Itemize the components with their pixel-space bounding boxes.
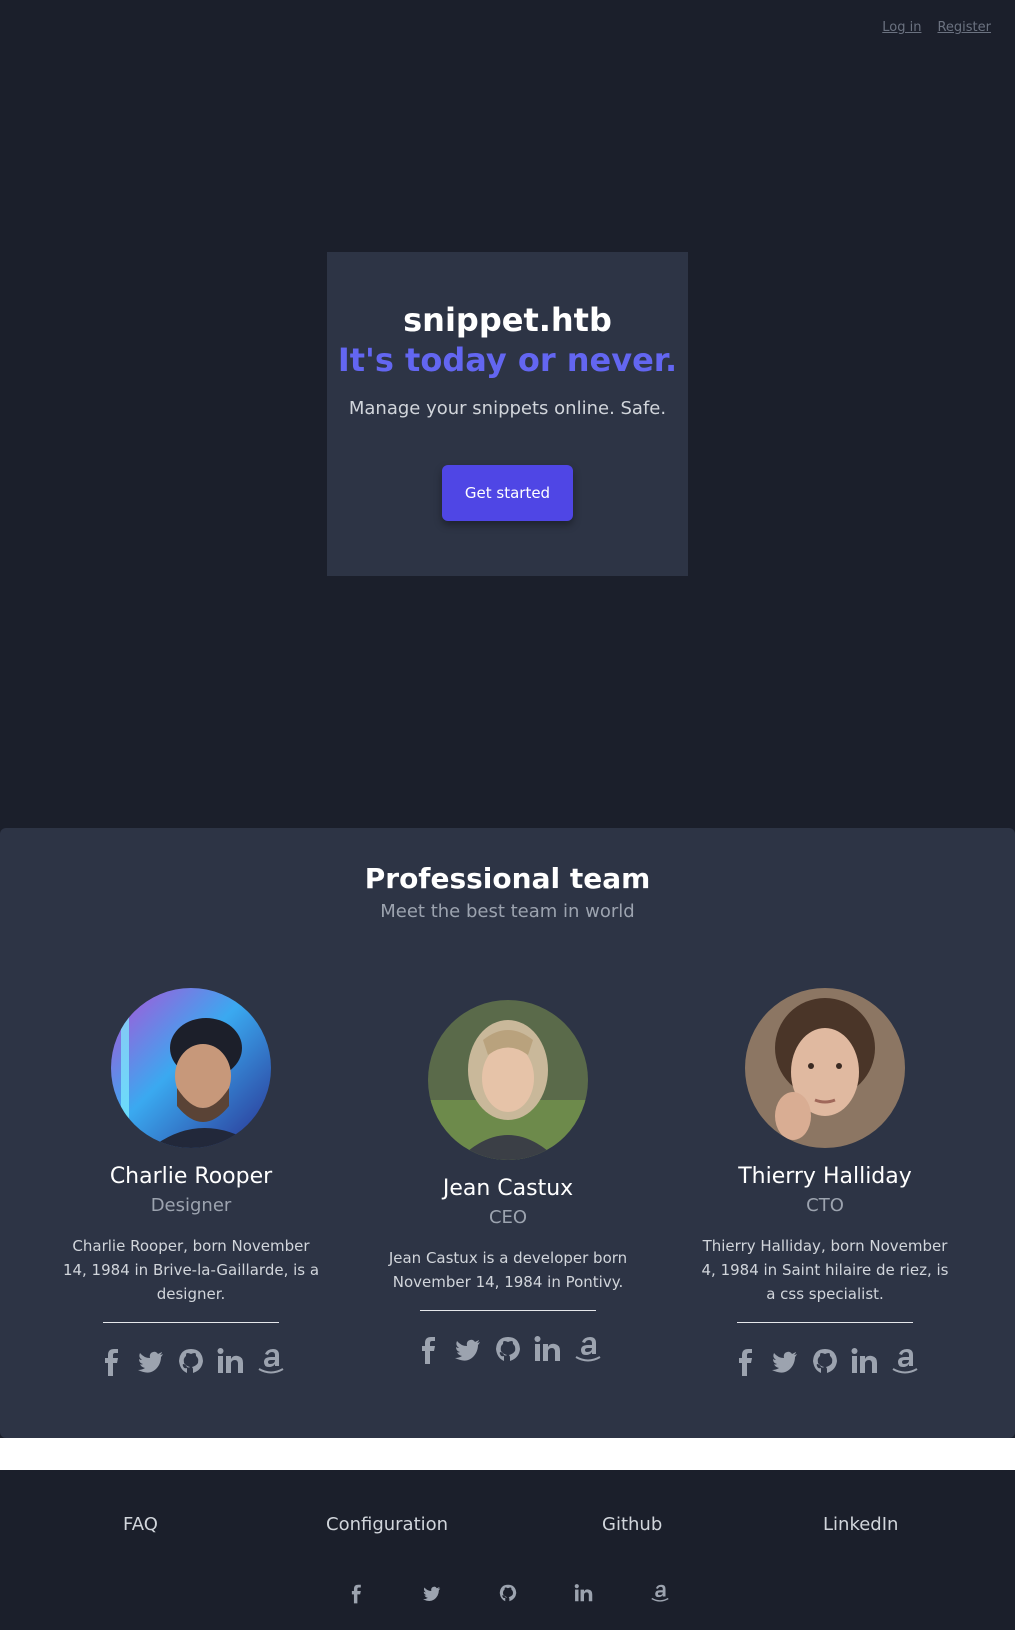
github-icon[interactable] xyxy=(497,1582,519,1604)
member-role: CTO xyxy=(806,1195,844,1216)
amazon-icon[interactable] xyxy=(573,1333,603,1365)
team-section: Professional team Meet the best team in … xyxy=(0,828,1015,1438)
github-icon[interactable] xyxy=(810,1345,840,1377)
footer-link-faq[interactable]: FAQ xyxy=(123,1514,158,1535)
member-role: CEO xyxy=(488,1207,528,1228)
linkedin-icon[interactable] xyxy=(850,1345,880,1377)
team-member-card: Charlie Rooper Designer Charlie Rooper, … xyxy=(56,988,326,1377)
facebook-icon[interactable] xyxy=(345,1582,367,1604)
linkedin-icon[interactable] xyxy=(573,1582,595,1604)
twitter-icon[interactable] xyxy=(770,1345,800,1377)
footer-social-links xyxy=(345,1582,671,1604)
section-separator xyxy=(0,1438,1015,1470)
team-title: Professional team xyxy=(364,862,651,895)
member-role: Designer xyxy=(150,1195,232,1216)
login-link[interactable]: Log in xyxy=(882,20,921,35)
github-icon[interactable] xyxy=(493,1333,523,1365)
amazon-icon[interactable] xyxy=(256,1345,286,1377)
avatar xyxy=(111,988,271,1148)
member-bio: Thierry Halliday, born November 4, 1984 … xyxy=(701,1237,949,1303)
linkedin-icon[interactable] xyxy=(533,1333,563,1365)
site-title: snippet.htb xyxy=(403,301,612,339)
footer-link-linkedin[interactable]: LinkedIn xyxy=(823,1514,898,1535)
footer: FAQ Configuration Github LinkedIn xyxy=(0,1470,1015,1630)
facebook-icon[interactable] xyxy=(413,1333,443,1365)
social-links xyxy=(56,1345,326,1377)
hero-subtitle: Manage your snippets online. Safe. xyxy=(348,398,667,419)
team-subtitle: Meet the best team in world xyxy=(380,901,635,922)
github-icon[interactable] xyxy=(176,1345,206,1377)
member-name: Thierry Halliday xyxy=(738,1164,912,1189)
get-started-button[interactable]: Get started xyxy=(442,465,573,521)
social-links xyxy=(690,1345,960,1377)
divider xyxy=(737,1322,913,1323)
twitter-icon[interactable] xyxy=(421,1582,443,1604)
facebook-icon[interactable] xyxy=(96,1345,126,1377)
member-bio: Charlie Rooper, born November 14, 1984 i… xyxy=(62,1237,320,1303)
team-member-card: Thierry Halliday CTO Thierry Halliday, b… xyxy=(690,988,960,1377)
twitter-icon[interactable] xyxy=(453,1333,483,1365)
amazon-icon[interactable] xyxy=(890,1345,920,1377)
amazon-icon[interactable] xyxy=(649,1582,671,1604)
facebook-icon[interactable] xyxy=(730,1345,760,1377)
divider xyxy=(103,1322,279,1323)
hero-tagline: It's today or never. xyxy=(337,341,678,379)
social-links xyxy=(373,1333,643,1365)
team-member-card: Jean Castux CEO Jean Castux is a develop… xyxy=(373,1000,643,1365)
divider xyxy=(420,1310,596,1311)
twitter-icon[interactable] xyxy=(136,1345,166,1377)
top-nav: Log in Register xyxy=(882,20,991,35)
member-name: Charlie Rooper xyxy=(109,1164,273,1189)
avatar xyxy=(428,1000,588,1160)
footer-link-configuration[interactable]: Configuration xyxy=(326,1514,448,1535)
register-link[interactable]: Register xyxy=(937,20,991,35)
member-bio: Jean Castux is a developer born November… xyxy=(388,1249,628,1291)
footer-link-github[interactable]: Github xyxy=(602,1514,662,1535)
avatar xyxy=(745,988,905,1148)
hero-card: snippet.htb It's today or never. Manage … xyxy=(327,252,688,576)
member-name: Jean Castux xyxy=(442,1176,574,1201)
linkedin-icon[interactable] xyxy=(216,1345,246,1377)
